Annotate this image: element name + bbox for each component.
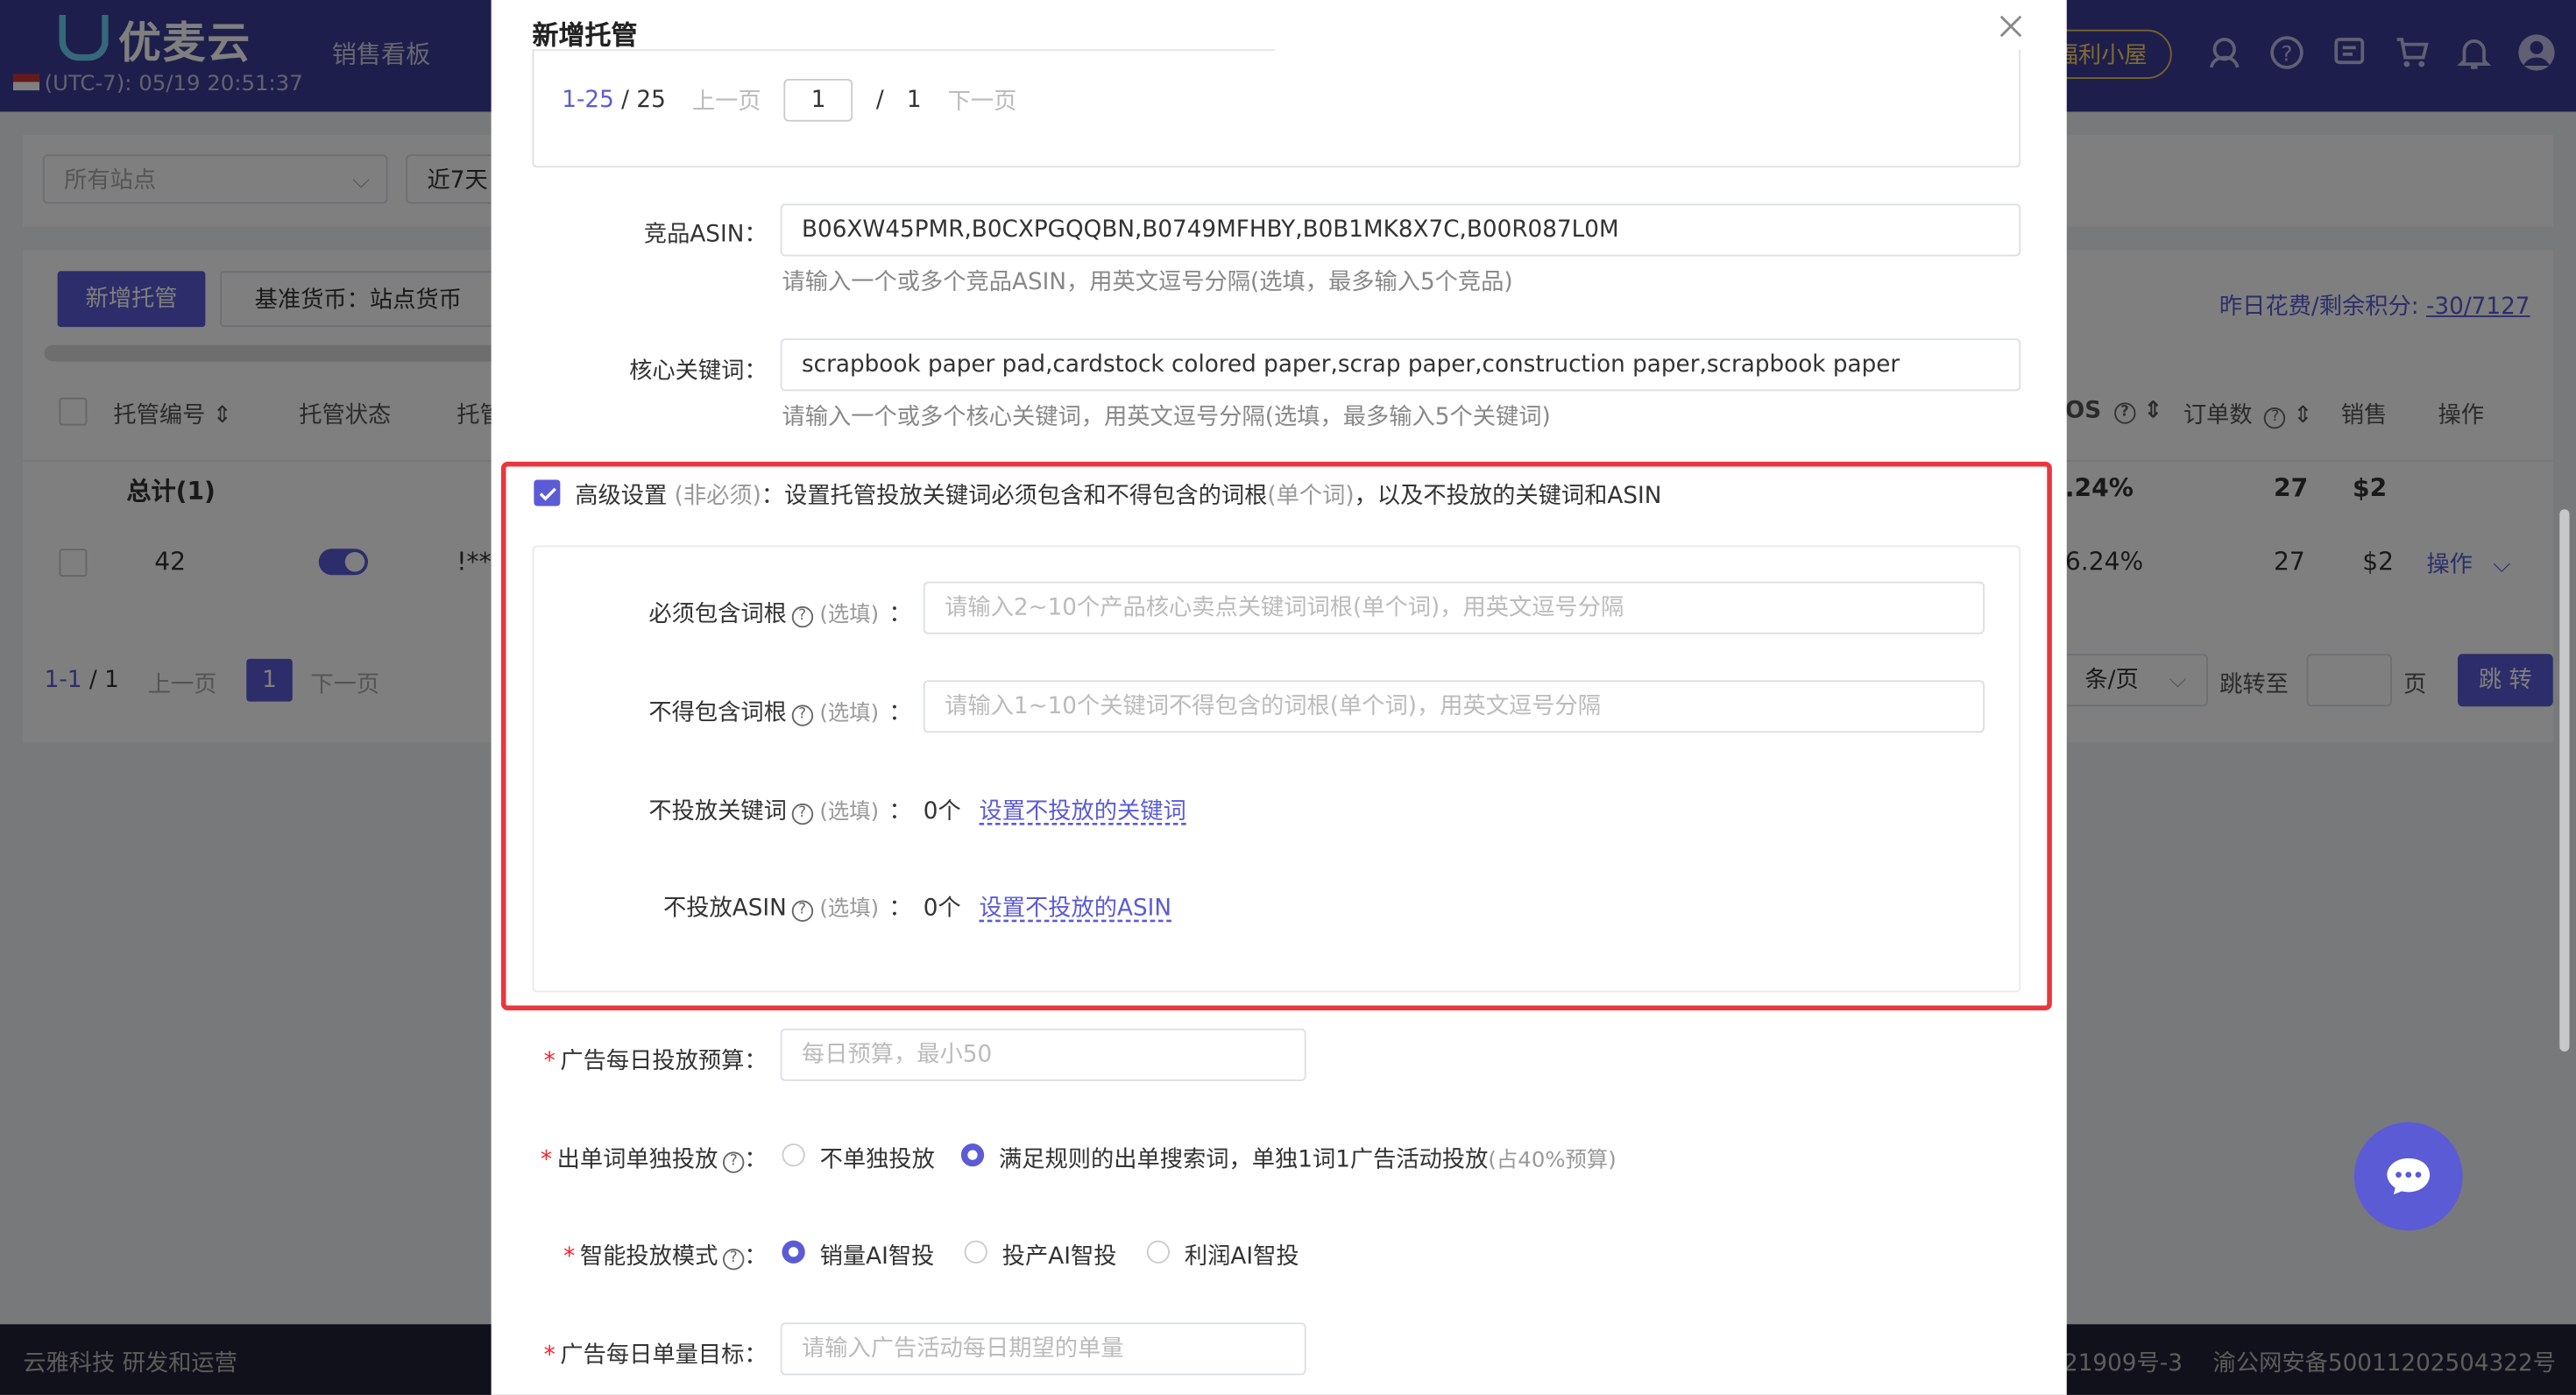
- help-icon[interactable]: ?: [791, 705, 813, 726]
- help-icon[interactable]: ?: [791, 900, 813, 922]
- neg-asin-label: 不投放ASIN? (选填)：: [663, 895, 912, 922]
- neg-keywords-count: 0个: [923, 798, 961, 825]
- competitor-asin-input[interactable]: B06XW45PMR,B0CXPGQQBN,B0749MFHBY,B0B1MK8…: [780, 203, 2021, 257]
- single-keyword-label: * 出单词单独投放?：: [540, 1146, 768, 1173]
- ai-mode-label: * 智能投放模式?：: [563, 1243, 768, 1271]
- daily-budget-input[interactable]: 每日预算，最小50: [780, 1028, 1306, 1081]
- pager-prev-button[interactable]: 上一页: [692, 84, 761, 117]
- single-keyword-on-label[interactable]: 满足规则的出单搜索词，单独1词1广告活动投放(占40%预算): [999, 1142, 1617, 1175]
- close-icon[interactable]: [1998, 13, 2031, 46]
- daily-budget-label: * 广告每日投放预算：: [543, 1048, 768, 1075]
- single-keyword-off-label[interactable]: 不单独投放: [820, 1142, 935, 1175]
- advanced-settings-title: 高级设置 (非必须)：设置托管投放关键词必须包含和不得包含的词根(单个词)，以及…: [575, 483, 1662, 510]
- help-icon[interactable]: ?: [791, 605, 813, 628]
- help-icon[interactable]: ?: [723, 1151, 745, 1173]
- ai-profit-radio[interactable]: [1146, 1240, 1170, 1264]
- single-keyword-off-radio[interactable]: [782, 1144, 805, 1167]
- ai-roi-radio[interactable]: [964, 1240, 987, 1264]
- help-icon[interactable]: ?: [791, 803, 813, 825]
- neg-keywords-label: 不投放关键词? (选填)：: [648, 798, 912, 825]
- pager-page-input[interactable]: 1: [783, 79, 853, 122]
- competitor-asin-hint: 请输入一个或多个竞品ASIN，用英文逗号分隔(选填，最多输入5个竞品): [782, 269, 1513, 296]
- must-include-input[interactable]: 请输入2~10个产品核心卖点关键词词根(单个词)，用英文逗号分隔: [923, 581, 1985, 634]
- product-pager: 1-25 / 25 上一页 1 / 1 下一页: [562, 79, 1039, 122]
- competitor-asin-label: 竞品ASIN：: [643, 222, 768, 249]
- daily-orders-label: * 广告每日单量目标：: [543, 1342, 768, 1369]
- core-keywords-input[interactable]: scrapbook paper pad,cardstock colored pa…: [780, 338, 2021, 392]
- must-include-label: 必须包含词根? (选填)：: [648, 601, 912, 628]
- ai-sales-label[interactable]: 销量AI智投: [820, 1239, 935, 1272]
- help-icon[interactable]: ?: [723, 1249, 745, 1271]
- set-neg-asin-link[interactable]: 设置不投放的ASIN: [980, 890, 1172, 924]
- ai-profit-label[interactable]: 利润AI智投: [1185, 1239, 1299, 1272]
- neg-asin-count: 0个: [923, 895, 961, 922]
- set-neg-keywords-link[interactable]: 设置不投放的关键词: [980, 794, 1186, 827]
- page-scrollbar[interactable]: [2559, 509, 2570, 1052]
- chat-button[interactable]: [2353, 1122, 2463, 1231]
- single-keyword-on-radio[interactable]: [960, 1144, 985, 1167]
- daily-orders-input[interactable]: 请输入广告活动每日期望的单量: [780, 1322, 1306, 1376]
- ai-roi-label[interactable]: 投产AI智投: [1002, 1239, 1117, 1272]
- dialog-title: 新增托管: [532, 19, 638, 52]
- core-keywords-hint: 请输入一个或多个核心关键词，用英文逗号分隔(选填，最多输入5个关键词): [782, 404, 1551, 431]
- new-managed-dialog: 新增托管 1-25 / 25 上一页 1 / 1 下一页 竞品ASIN： B06…: [491, 0, 2067, 1395]
- check-icon: [538, 486, 556, 500]
- chat-bubble-icon: [2387, 1158, 2431, 1195]
- ai-sales-radio[interactable]: [782, 1240, 805, 1264]
- core-keywords-label: 核心关键词：: [629, 358, 768, 385]
- pager-next-button[interactable]: 下一页: [948, 84, 1017, 117]
- advanced-settings-checkbox[interactable]: [534, 479, 561, 506]
- must-exclude-input[interactable]: 请输入1~10个关键词不得包含的词根(单个词)，用英文逗号分隔: [923, 680, 1985, 733]
- must-exclude-label: 不得包含词根? (选填)：: [648, 699, 912, 726]
